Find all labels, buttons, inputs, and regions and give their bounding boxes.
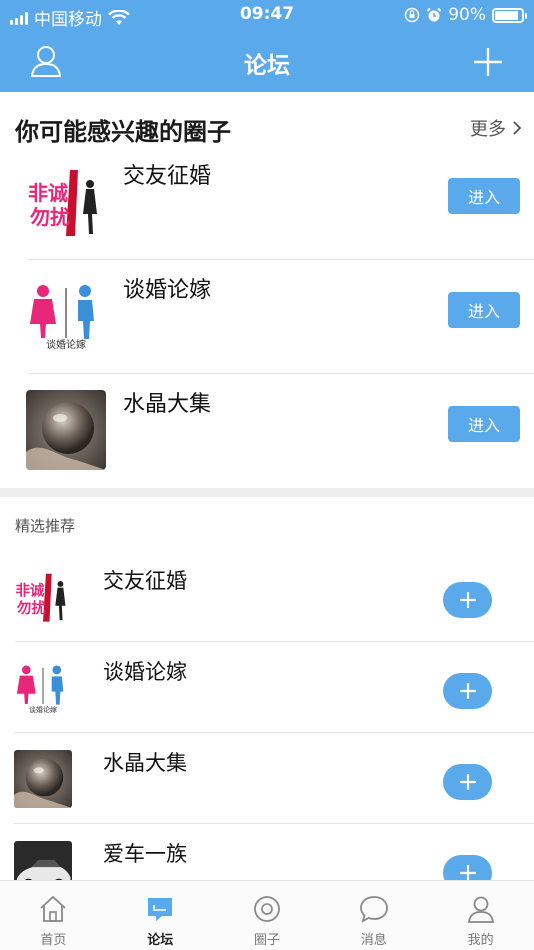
plus-icon — [459, 774, 476, 790]
featured-item-name: 交友征婚 — [103, 569, 187, 593]
featured-item[interactable]: 非诚 勿扰 交友征婚 — [0, 551, 534, 642]
chevron-right-icon — [513, 121, 522, 135]
tab-forum[interactable]: 论坛 — [107, 881, 214, 950]
circle-icon — [254, 896, 280, 922]
marriage-logo: 谈婚论嫁 — [14, 659, 72, 717]
tab-label: 论坛 — [147, 933, 174, 948]
tab-circle[interactable]: 圈子 — [214, 881, 321, 950]
join-button[interactable] — [443, 582, 492, 618]
dating-logo: 非诚 勿扰 — [26, 162, 106, 242]
battery-icon — [492, 7, 527, 23]
svg-text:勿扰: 勿扰 — [16, 599, 46, 617]
enter-button[interactable]: 进入 — [448, 406, 520, 442]
forum-icon — [148, 898, 173, 921]
crystal-ball-photo — [26, 390, 106, 470]
tab-label: 消息 — [360, 933, 387, 948]
svg-text:非诚: 非诚 — [28, 181, 68, 205]
app-header: 中国移动 09:47 90% 论坛 — [0, 0, 534, 92]
interest-item[interactable]: 非诚 勿扰 交友征婚 进入 — [0, 146, 534, 260]
plus-icon — [459, 592, 476, 608]
tab-label: 圈子 — [253, 933, 280, 948]
forum-screen: 中国移动 09:47 90% 论坛 你可能感兴趣的圈子 更多 非诚 勿扰 交友征… — [0, 0, 534, 950]
featured-item[interactable]: 水晶大集 — [0, 733, 534, 824]
status-right: 90% — [404, 5, 527, 25]
svg-text:勿扰: 勿扰 — [30, 205, 70, 229]
crystal-ball-photo — [14, 750, 72, 808]
join-button[interactable] — [443, 673, 492, 709]
join-button[interactable] — [443, 764, 492, 800]
interest-item[interactable]: 谈婚论嫁 谈婚论嫁 进入 — [0, 260, 534, 374]
enter-button[interactable]: 进入 — [448, 178, 520, 214]
interest-item-name: 水晶大集 — [123, 392, 212, 417]
alarm-icon — [426, 7, 442, 22]
more-link[interactable]: 更多 — [470, 115, 522, 141]
featured-section-title: 精选推荐 — [15, 517, 76, 535]
interest-item-name: 谈婚论嫁 — [123, 278, 212, 303]
tab-label: 首页 — [40, 933, 67, 948]
dating-logo: 非诚 勿扰 — [14, 568, 72, 626]
tab-home[interactable]: 首页 — [0, 881, 107, 950]
tab-profile[interactable]: 我的 — [427, 881, 534, 950]
featured-item-name: 水晶大集 — [103, 751, 187, 775]
profile-icon — [467, 896, 494, 923]
battery-percent: 90% — [448, 5, 486, 25]
enter-button[interactable]: 进入 — [448, 292, 520, 328]
marriage-logo-caption: 谈婚论嫁 — [29, 706, 57, 714]
tab-label: 我的 — [467, 933, 494, 948]
home-icon — [40, 895, 66, 922]
plus-icon[interactable] — [468, 42, 508, 82]
message-icon — [359, 896, 388, 923]
marriage-logo-caption: 谈婚论嫁 — [46, 340, 86, 351]
status-bar: 中国移动 09:47 90% — [0, 0, 534, 30]
nav-bar: 论坛 — [0, 30, 534, 92]
featured-item[interactable]: 谈婚论嫁 谈婚论嫁 — [0, 642, 534, 733]
section-separator — [0, 488, 534, 497]
svg-text:非诚: 非诚 — [15, 582, 44, 600]
interest-item-name: 交友征婚 — [123, 164, 212, 189]
more-label: 更多 — [470, 119, 506, 140]
interest-item[interactable]: 水晶大集 进入 — [0, 374, 534, 488]
page-title: 论坛 — [244, 53, 290, 79]
marriage-logo: 谈婚论嫁 — [26, 276, 106, 356]
tab-messages[interactable]: 消息 — [320, 881, 427, 950]
tab-bar: 首页 论坛 圈子 消息 我的 — [0, 880, 534, 950]
rotation-lock-icon — [404, 7, 420, 23]
featured-item-name: 谈婚论嫁 — [103, 660, 187, 684]
featured-item-name: 爱车一族 — [103, 842, 187, 866]
interest-section-title: 你可能感兴趣的圈子 — [15, 118, 231, 146]
plus-icon — [459, 683, 476, 699]
